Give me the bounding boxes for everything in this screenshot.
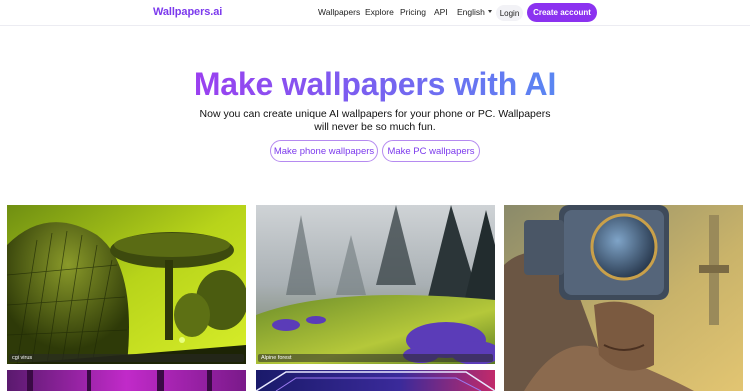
nav-wallpapers[interactable]: Wallpapers [318,7,360,17]
nav-pricing[interactable]: Pricing [400,7,426,17]
make-phone-wallpapers-button[interactable]: Make phone wallpapers [270,140,378,162]
language-selector[interactable]: English [457,7,492,17]
nav-explore[interactable]: Explore [365,7,394,17]
hero-subtitle: Now you can create unique AI wallpapers … [199,108,551,133]
top-navigation-bar: Wallpapers.ai Wallpapers Explore Pricing… [0,0,750,26]
login-button[interactable]: Login [496,5,523,21]
wallpaper-image [256,205,495,364]
language-label: English [457,7,485,17]
create-account-button[interactable]: Create account [527,3,597,22]
gallery-card[interactable]: cgi virus [7,205,246,364]
make-pc-wallpapers-button[interactable]: Make PC wallpapers [382,140,480,162]
chevron-down-icon [487,10,492,13]
gallery-card[interactable] [7,370,246,391]
wallpaper-image [256,370,495,391]
page-title: Make wallpapers with AI [0,66,750,102]
page-title-text: Make wallpapers with AI [193,66,557,102]
gallery-card[interactable]: Alpine forest [256,205,495,364]
image-caption: Alpine forest [258,354,493,362]
nav-api[interactable]: API [434,7,448,17]
image-caption: cgi virus [9,354,244,362]
gallery-card[interactable] [256,370,495,391]
gallery-card[interactable] [504,205,743,391]
wallpaper-image [7,205,246,364]
wallpaper-image [7,370,246,391]
wallpaper-image [504,205,743,391]
site-logo[interactable]: Wallpapers.ai [153,6,222,18]
